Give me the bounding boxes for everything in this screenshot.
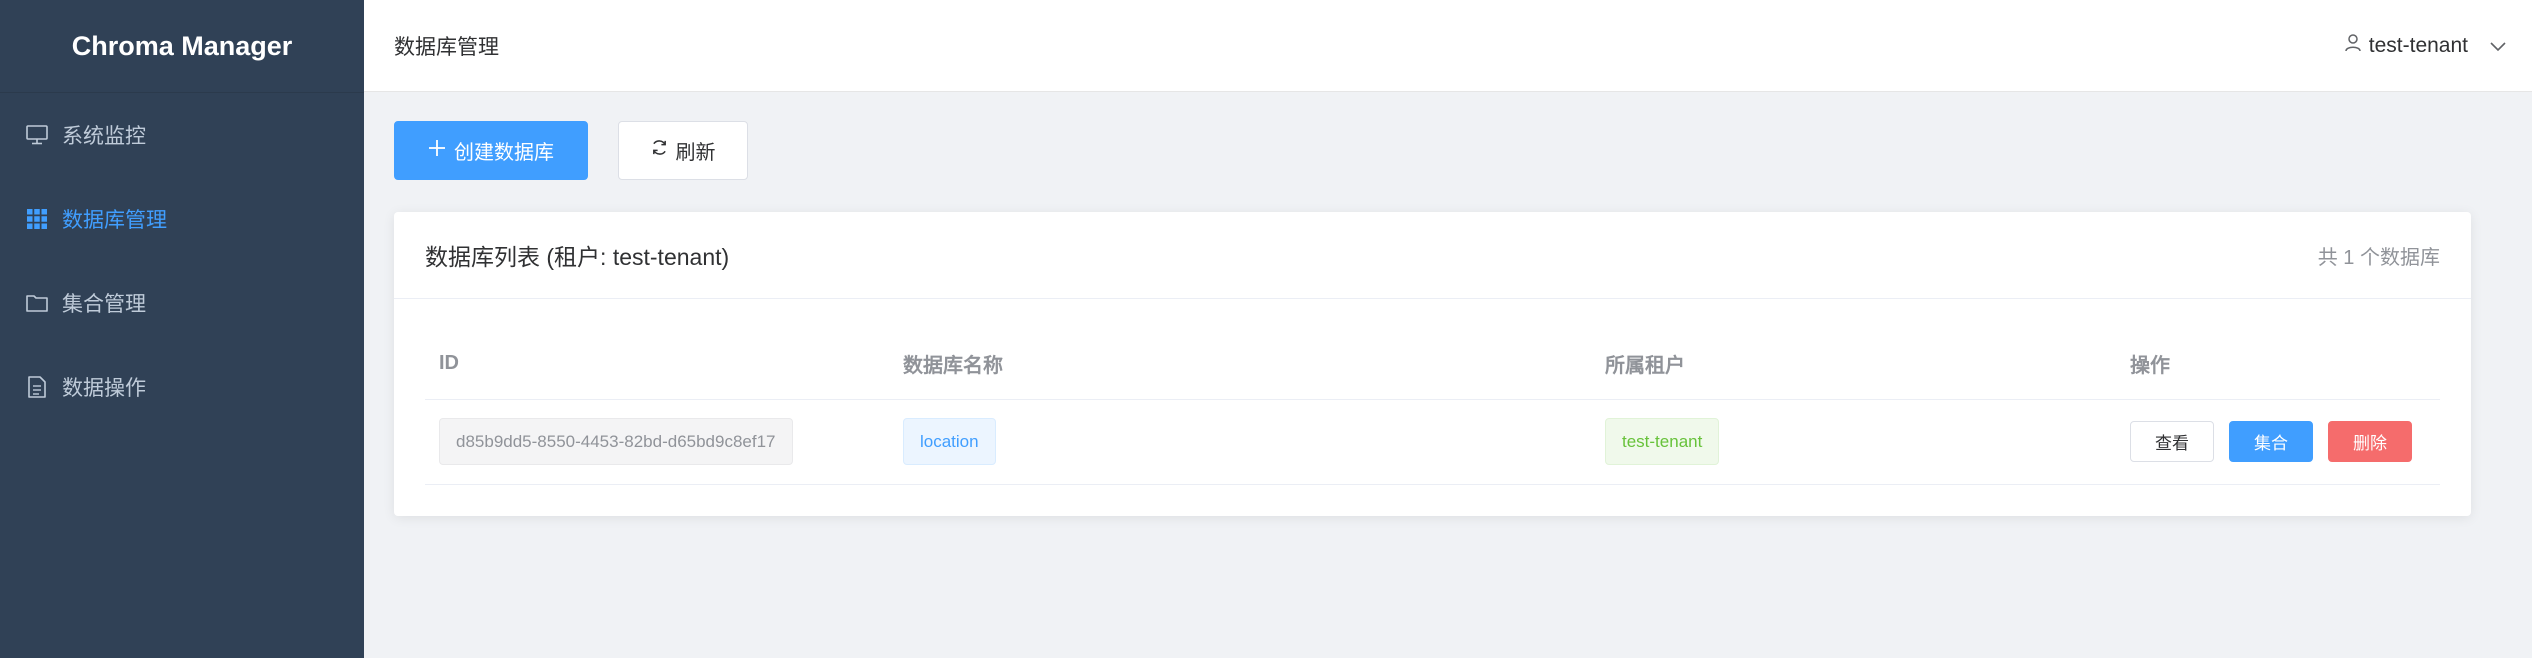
plus-icon	[428, 139, 446, 163]
database-count: 共 1 个数据库	[2317, 246, 2440, 269]
card-title: 数据库列表 (租户: test-tenant)	[425, 244, 730, 270]
column-header-actions: 操作	[2116, 329, 2440, 400]
card-body: ID 数据库名称 所属租户 操作 d85b9dd5-8550-4453-82bd…	[394, 299, 2471, 485]
user-icon	[2345, 33, 2361, 58]
grid-icon	[25, 207, 49, 231]
view-button[interactable]: 查看	[2130, 421, 2214, 462]
database-id-tag: d85b9dd5-8550-4453-82bd-d65bd9c8ef17	[439, 418, 793, 465]
brand-title: Chroma Manager	[0, 0, 364, 93]
chevron-down-icon	[2490, 34, 2506, 58]
sidebar-item-label: 数据操作	[62, 377, 146, 400]
app-root: Chroma Manager 系统监控 数据库管理 集合管理 数据操作 数据库管…	[0, 0, 2532, 658]
refresh-icon	[651, 139, 668, 162]
sidebar-item-label: 数据库管理	[62, 209, 167, 232]
content-area: 创建数据库 刷新 数据库列表 (租户: test-tenant) 共 1 个数据…	[364, 92, 2532, 516]
cell-id: d85b9dd5-8550-4453-82bd-d65bd9c8ef17	[425, 399, 889, 485]
delete-button[interactable]: 删除	[2328, 421, 2412, 462]
sidebar-item-database-management[interactable]: 数据库管理	[0, 177, 364, 261]
refresh-button[interactable]: 刷新	[618, 121, 748, 180]
sidebar-menu: 系统监控 数据库管理 集合管理 数据操作	[0, 93, 364, 429]
top-header: 数据库管理 test-tenant	[364, 0, 2532, 92]
card-header: 数据库列表 (租户: test-tenant) 共 1 个数据库	[394, 212, 2471, 299]
page-title: 数据库管理	[394, 35, 499, 59]
tenant-tag: test-tenant	[1605, 418, 1720, 465]
sidebar-item-collection-management[interactable]: 集合管理	[0, 261, 364, 345]
column-header-tenant: 所属租户	[1591, 329, 2116, 400]
cell-name: location	[889, 399, 1591, 485]
user-name: test-tenant	[2368, 33, 2468, 57]
create-database-button[interactable]: 创建数据库	[394, 121, 588, 180]
document-icon	[25, 375, 49, 399]
sidebar-item-data-operations[interactable]: 数据操作	[0, 345, 364, 429]
column-header-id: ID	[425, 329, 889, 400]
folder-icon	[25, 291, 49, 315]
table-header-row: ID 数据库名称 所属租户 操作	[425, 329, 2440, 400]
cell-tenant: test-tenant	[1591, 399, 2116, 485]
table-row: d85b9dd5-8550-4453-82bd-d65bd9c8ef17 loc…	[425, 399, 2440, 485]
database-list-card: 数据库列表 (租户: test-tenant) 共 1 个数据库 ID 数据库名…	[394, 212, 2471, 516]
collections-button[interactable]: 集合	[2229, 421, 2313, 462]
cell-actions: 查看 集合 删除	[2116, 399, 2440, 485]
sidebar-item-label: 系统监控	[62, 125, 146, 148]
row-actions: 查看 集合 删除	[2130, 421, 2426, 462]
database-table: ID 数据库名称 所属租户 操作 d85b9dd5-8550-4453-82bd…	[425, 329, 2440, 485]
sidebar-item-system-monitor[interactable]: 系统监控	[0, 93, 364, 177]
toolbar: 创建数据库 刷新	[394, 121, 2501, 180]
database-name-tag: location	[903, 418, 996, 465]
sidebar-item-label: 集合管理	[62, 293, 146, 316]
sidebar: Chroma Manager 系统监控 数据库管理 集合管理 数据操作	[0, 0, 364, 658]
create-database-label: 创建数据库	[454, 142, 554, 164]
main-area: 数据库管理 test-tenant 创建数据库 刷新 数据库列表 (租户: te…	[364, 0, 2532, 658]
column-header-name: 数据库名称	[889, 329, 1591, 400]
user-dropdown[interactable]: test-tenant	[2345, 34, 2506, 58]
refresh-label: 刷新	[675, 142, 716, 164]
monitor-icon	[25, 123, 49, 147]
